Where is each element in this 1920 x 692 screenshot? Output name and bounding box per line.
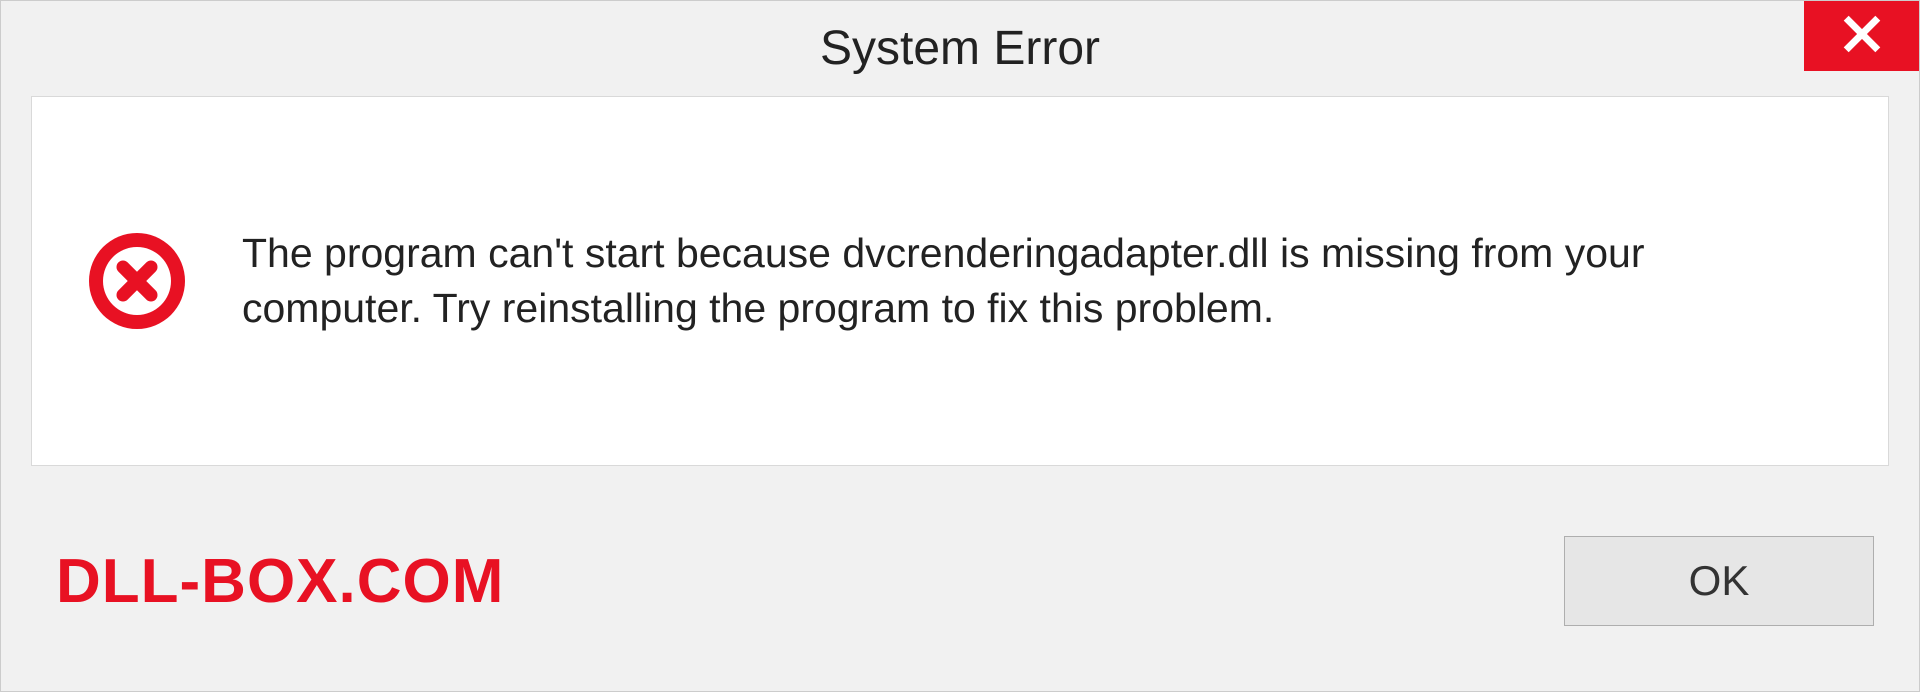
- close-icon: [1842, 14, 1882, 59]
- error-dialog: System Error The program can't start bec…: [0, 0, 1920, 692]
- error-message: The program can't start because dvcrende…: [242, 226, 1722, 337]
- dialog-title: System Error: [820, 21, 1100, 76]
- titlebar: System Error: [1, 1, 1919, 96]
- footer: DLL-BOX.COM OK: [1, 471, 1919, 691]
- ok-button[interactable]: OK: [1564, 536, 1874, 626]
- brand-watermark: DLL-BOX.COM: [56, 546, 504, 617]
- error-icon: [87, 231, 187, 331]
- message-panel: The program can't start because dvcrende…: [31, 96, 1889, 466]
- close-button[interactable]: [1804, 1, 1919, 71]
